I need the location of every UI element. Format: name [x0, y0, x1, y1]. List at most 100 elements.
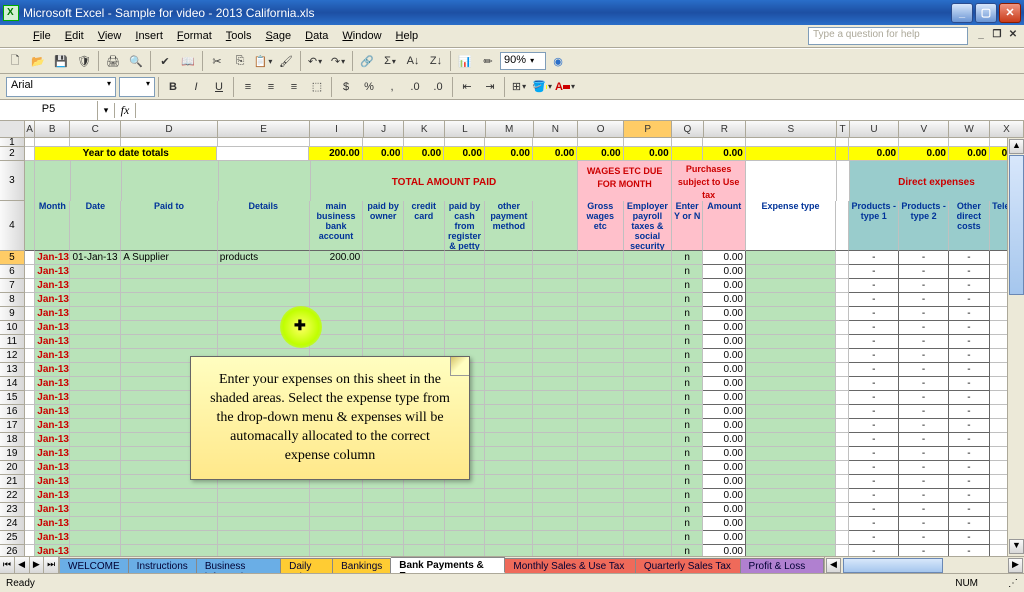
- amount-cell[interactable]: 0.00: [703, 391, 746, 405]
- copy-icon[interactable]: ⎘: [229, 50, 251, 72]
- yn-cell[interactable]: n: [672, 447, 704, 461]
- bank-cell[interactable]: 200.00: [310, 251, 364, 265]
- cell[interactable]: [533, 265, 577, 279]
- print-icon[interactable]: 🖨: [102, 50, 124, 72]
- cell[interactable]: [218, 138, 310, 147]
- row-header-3[interactable]: 3: [0, 161, 25, 201]
- cell[interactable]: [485, 363, 533, 377]
- yn-cell[interactable]: n: [672, 307, 704, 321]
- prod2-cell[interactable]: -: [899, 279, 949, 293]
- cell[interactable]: [624, 321, 672, 335]
- details-cell[interactable]: [218, 489, 310, 503]
- paidto-cell[interactable]: [121, 335, 218, 349]
- col-label-other[interactable]: other payment method: [485, 201, 533, 251]
- othdir-cell[interactable]: -: [949, 503, 990, 517]
- ytd-label[interactable]: Year to date totals: [35, 147, 217, 161]
- yn-cell[interactable]: n: [672, 517, 704, 531]
- vertical-scrollbar[interactable]: ▲ ▼: [1007, 138, 1024, 556]
- cell[interactable]: [746, 279, 836, 293]
- cell[interactable]: [404, 138, 445, 147]
- cell[interactable]: [836, 138, 849, 147]
- section-total-paid[interactable]: TOTAL AMOUNT PAID: [311, 161, 578, 206]
- othdir-cell[interactable]: -: [949, 489, 990, 503]
- cell[interactable]: [578, 503, 624, 517]
- sheet-tab-daily-sales[interactable]: Daily sales: [281, 558, 333, 573]
- cell[interactable]: [836, 307, 849, 321]
- month-cell[interactable]: Jan-13: [35, 531, 70, 545]
- preview-icon[interactable]: 🔍: [125, 50, 147, 72]
- cell[interactable]: [363, 307, 404, 321]
- prod2-cell[interactable]: -: [899, 377, 949, 391]
- details-cell[interactable]: [218, 293, 310, 307]
- cell[interactable]: [122, 161, 219, 206]
- menu-tools[interactable]: Tools: [219, 27, 259, 45]
- month-cell[interactable]: Jan-13: [35, 293, 70, 307]
- cell[interactable]: [578, 279, 624, 293]
- yn-cell[interactable]: n: [672, 349, 704, 363]
- open-icon[interactable]: 📂: [27, 50, 49, 72]
- cell[interactable]: [533, 433, 577, 447]
- bank-cell[interactable]: [310, 545, 364, 556]
- othdir-cell[interactable]: -: [949, 447, 990, 461]
- tab-next-button[interactable]: ▶: [30, 557, 45, 573]
- cell[interactable]: [533, 363, 577, 377]
- amount-cell[interactable]: 0.00: [703, 279, 746, 293]
- cell[interactable]: [404, 489, 445, 503]
- cell[interactable]: [746, 517, 836, 531]
- month-cell[interactable]: Jan-13: [35, 265, 70, 279]
- spreadsheet-grid[interactable]: ABCDEIJKLMNOPQRSTUVWX 12Year to date tot…: [0, 121, 1024, 556]
- cell[interactable]: [836, 545, 849, 556]
- prod1-cell[interactable]: -: [849, 377, 899, 391]
- amount-cell[interactable]: 0.00: [703, 293, 746, 307]
- col-header-L[interactable]: L: [445, 121, 486, 137]
- cell[interactable]: [836, 447, 849, 461]
- cell[interactable]: [578, 405, 624, 419]
- details-cell[interactable]: products: [218, 251, 310, 265]
- cell[interactable]: [578, 377, 624, 391]
- prod2-cell[interactable]: -: [899, 405, 949, 419]
- yn-cell[interactable]: n: [672, 279, 704, 293]
- cell[interactable]: [25, 161, 36, 206]
- row-header-21[interactable]: 21: [0, 475, 25, 489]
- month-cell[interactable]: Jan-13: [35, 391, 70, 405]
- cell[interactable]: [578, 517, 624, 531]
- cell[interactable]: [404, 279, 445, 293]
- month-cell[interactable]: Jan-13: [35, 545, 70, 556]
- yn-cell[interactable]: n: [672, 461, 704, 475]
- cell[interactable]: [672, 138, 704, 147]
- amount-cell[interactable]: 0.00: [703, 461, 746, 475]
- cell[interactable]: [836, 475, 849, 489]
- cell[interactable]: [624, 251, 672, 265]
- new-icon[interactable]: 🗋: [4, 50, 26, 72]
- sheet-tab-business-information[interactable]: Business information: [197, 558, 281, 573]
- cell[interactable]: [836, 335, 849, 349]
- cell[interactable]: [485, 335, 533, 349]
- cell[interactable]: [746, 433, 836, 447]
- cell[interactable]: [578, 419, 624, 433]
- cell[interactable]: [445, 531, 486, 545]
- cell[interactable]: [404, 307, 445, 321]
- section-wages[interactable]: WAGES ETC DUE FOR MONTH: [578, 161, 672, 206]
- yn-cell[interactable]: n: [672, 405, 704, 419]
- cell[interactable]: [836, 419, 849, 433]
- col-header-A[interactable]: A: [25, 121, 35, 137]
- prod1-cell[interactable]: -: [849, 489, 899, 503]
- details-cell[interactable]: [218, 265, 310, 279]
- row-header-23[interactable]: 23: [0, 503, 25, 517]
- bank-cell[interactable]: [310, 279, 364, 293]
- font-size-select[interactable]: ▾: [119, 77, 155, 97]
- date-cell[interactable]: [70, 391, 121, 405]
- cell[interactable]: [624, 433, 672, 447]
- menu-format[interactable]: Format: [170, 27, 219, 45]
- cell[interactable]: [533, 279, 577, 293]
- yn-cell[interactable]: n: [672, 531, 704, 545]
- prod1-cell[interactable]: -: [849, 293, 899, 307]
- yn-cell[interactable]: n: [672, 293, 704, 307]
- col-label-owner[interactable]: paid by owner: [363, 201, 404, 251]
- cell[interactable]: [25, 251, 35, 265]
- sort-asc-icon[interactable]: A↓: [402, 50, 424, 72]
- cell[interactable]: [445, 265, 486, 279]
- cell[interactable]: [404, 293, 445, 307]
- col-header-U[interactable]: U: [850, 121, 900, 137]
- prod1-cell[interactable]: -: [849, 517, 899, 531]
